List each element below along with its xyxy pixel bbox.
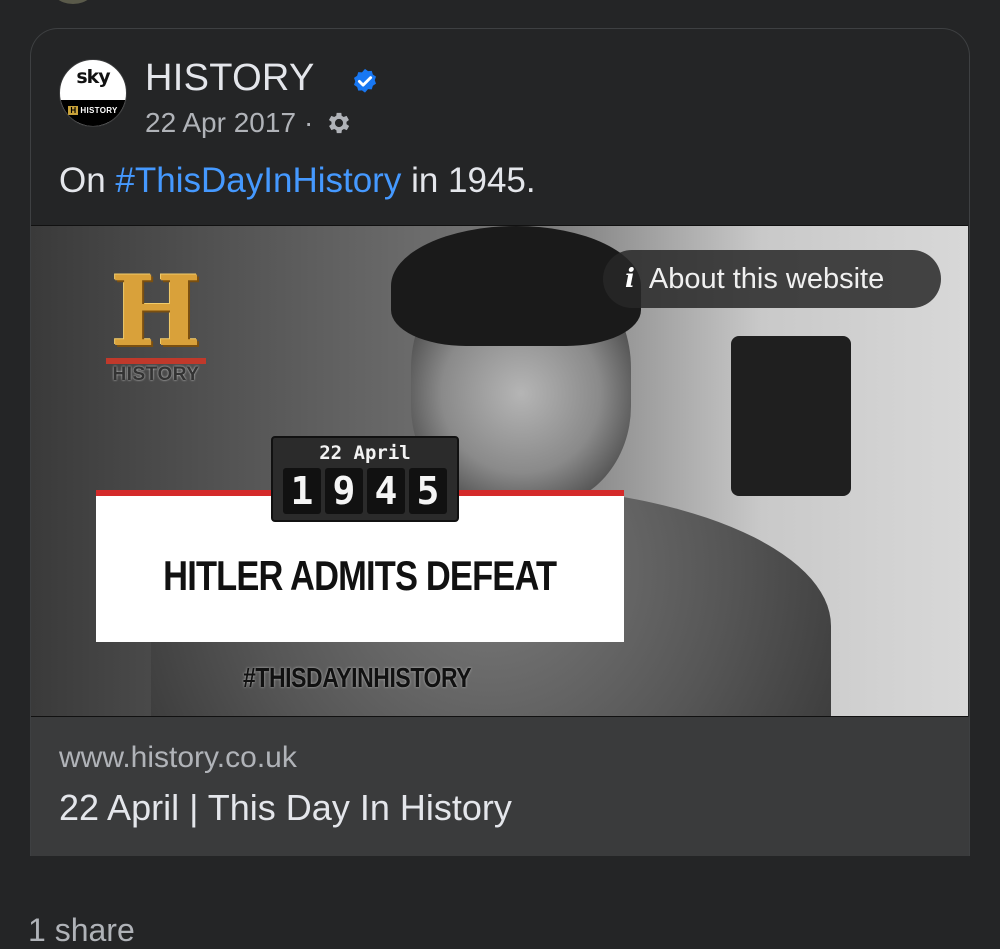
- verified-badge-icon: [354, 68, 376, 93]
- link-preview-footer[interactable]: www.history.co.uk 22 April | This Day In…: [31, 717, 969, 856]
- counter-day: 22 April: [319, 442, 411, 464]
- about-label: About this website: [648, 262, 885, 295]
- counter-digit: 1: [283, 468, 321, 514]
- history-logo-word: HISTORY: [112, 364, 200, 385]
- link-title: 22 April | This Day In History: [59, 787, 512, 828]
- history-logo-letter: H: [110, 255, 202, 368]
- info-icon: i: [625, 264, 635, 294]
- counter-digit: 4: [367, 468, 405, 514]
- avatar-history-text: HISTORY: [80, 106, 118, 115]
- post-card: sky H HISTORY HISTORY 22 Apr 2017 · On #T…: [30, 28, 970, 856]
- previous-avatar: [48, 0, 98, 4]
- counter-digit: 9: [325, 468, 363, 514]
- gear-icon[interactable]: [325, 109, 353, 137]
- link-preview-image[interactable]: H HISTORY i About this website HITLER AD…: [31, 225, 968, 717]
- counter-digit: 5: [409, 468, 447, 514]
- hashtag-link[interactable]: #ThisDayInHistory: [115, 161, 401, 200]
- avatar-sky-text: sky: [76, 66, 110, 88]
- post-text-prefix: On: [59, 161, 116, 200]
- avatar-band: H HISTORY: [60, 100, 126, 126]
- share-count[interactable]: 1 share: [28, 912, 135, 949]
- avatar-badge-letter: H: [68, 106, 79, 115]
- page-name[interactable]: HISTORY: [145, 57, 315, 100]
- history-logo: H HISTORY: [96, 255, 216, 386]
- counter-digits: 1 9 4 5: [277, 468, 453, 514]
- post-date[interactable]: 22 Apr 2017: [145, 107, 296, 139]
- post-text-suffix: in 1945.: [401, 161, 536, 200]
- meta-separator: ·: [304, 107, 314, 138]
- post-text: On #ThisDayInHistory in 1945.: [59, 161, 536, 201]
- headline-text: HITLER ADMITS DEFEAT: [163, 552, 557, 599]
- date-counter: 22 April 1 9 4 5: [271, 436, 459, 522]
- post-header: sky H HISTORY HISTORY 22 Apr 2017 ·: [59, 57, 949, 147]
- post-meta: 22 Apr 2017 ·: [145, 107, 353, 139]
- photo-lamp: [731, 336, 851, 496]
- about-this-website-button[interactable]: i About this website: [603, 250, 941, 308]
- page-avatar[interactable]: sky H HISTORY: [59, 59, 127, 127]
- link-domain: www.history.co.uk: [59, 741, 297, 774]
- image-hashtag-caption: #THISDAYINHISTORY: [243, 662, 472, 693]
